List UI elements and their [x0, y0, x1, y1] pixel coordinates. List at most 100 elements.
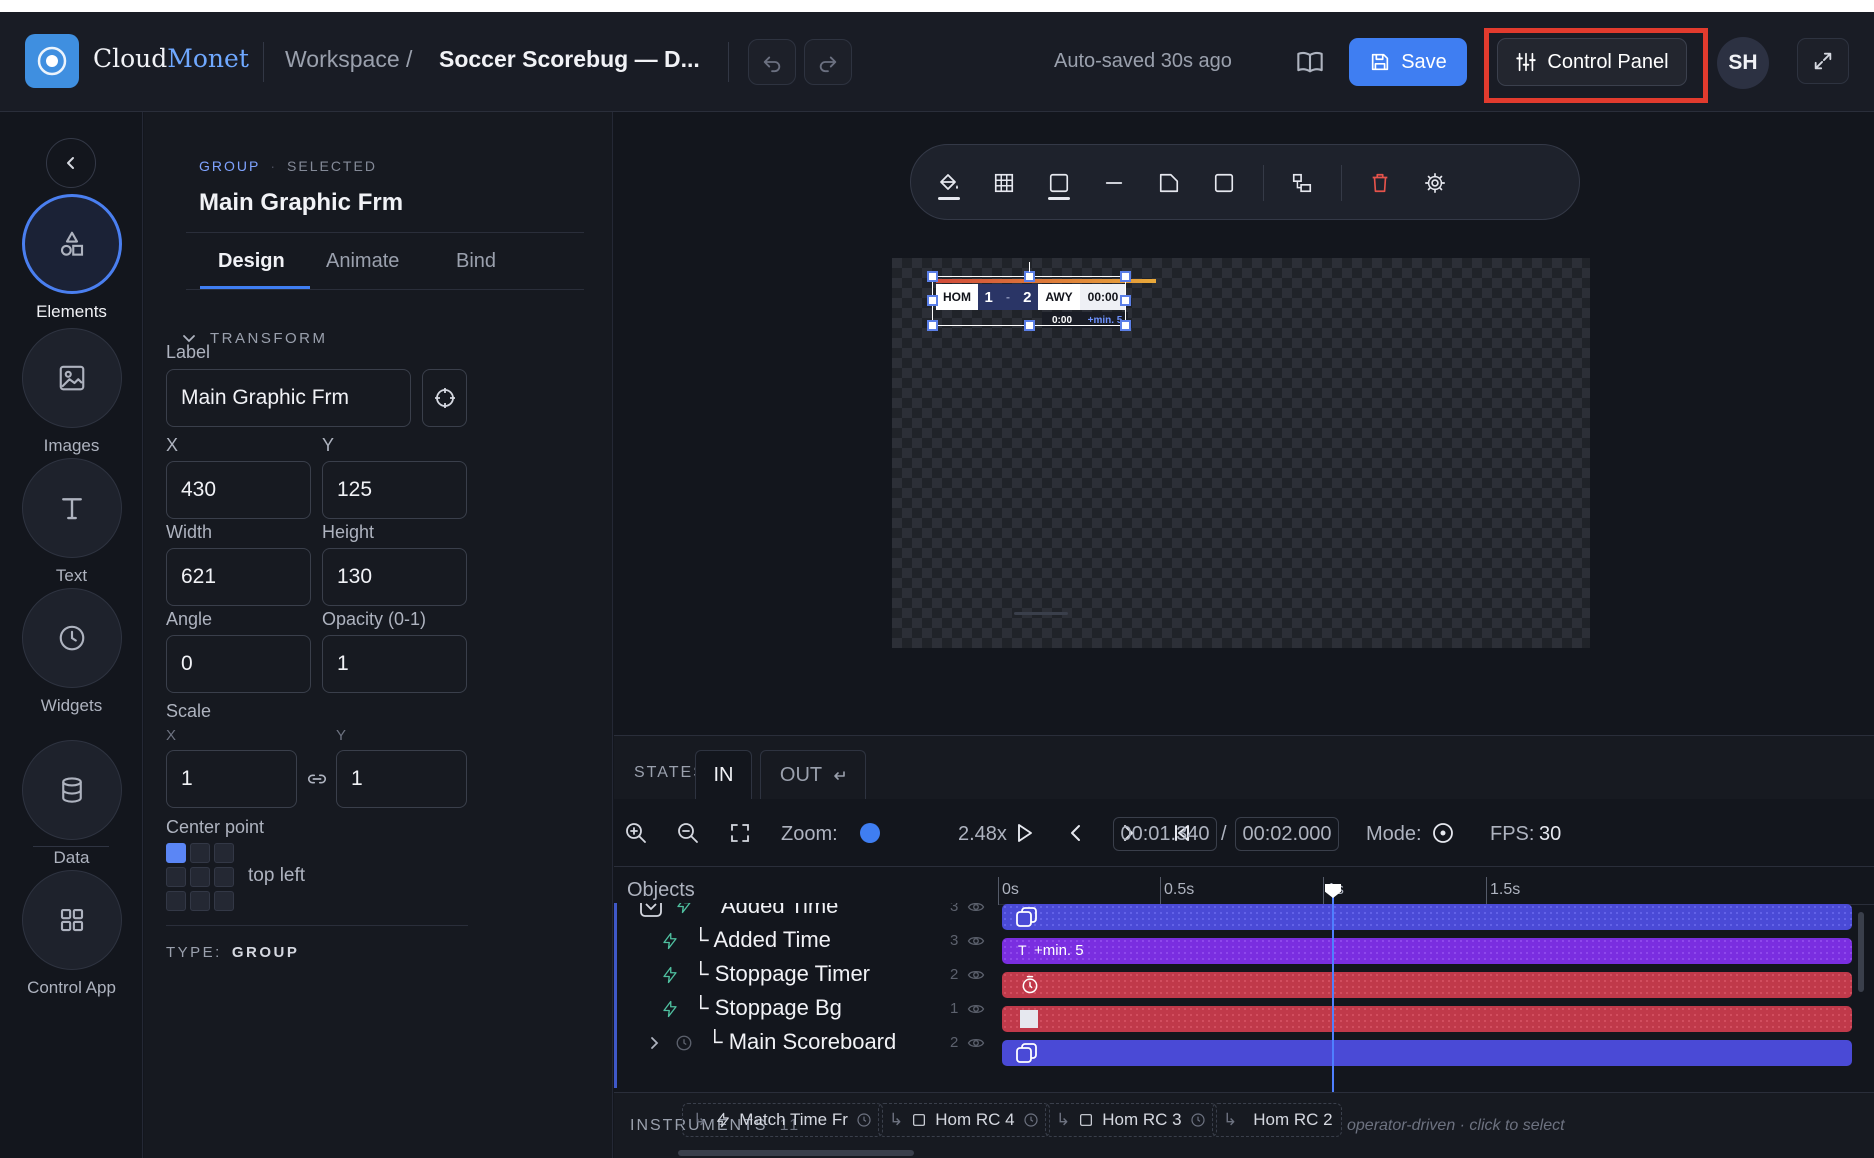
- rail-item-data[interactable]: Data: [0, 740, 143, 868]
- scale-x-input[interactable]: 1: [166, 750, 297, 808]
- settings-button[interactable]: [1415, 163, 1455, 203]
- track-bar[interactable]: [1002, 1040, 1852, 1066]
- document-title[interactable]: Soccer Scorebug — D...: [439, 46, 700, 73]
- resize-handle[interactable]: [927, 295, 938, 306]
- resize-handle[interactable]: [1120, 320, 1131, 331]
- width-input[interactable]: 621: [166, 548, 311, 606]
- scorebug-graphic[interactable]: HOM 1 - 2 AWY 00:00 0:00 +min. 5: [927, 262, 1164, 332]
- fps-value[interactable]: 30: [1539, 823, 1561, 846]
- label-input[interactable]: Main Graphic Frm: [166, 369, 411, 427]
- rail-item-images[interactable]: Images: [0, 328, 143, 456]
- object-row[interactable]: └ Stoppage Timer 2: [617, 958, 987, 992]
- line-tool[interactable]: [1094, 163, 1134, 203]
- docs-button[interactable]: [1296, 48, 1324, 81]
- instrument-name: Match Time Fr: [739, 1110, 848, 1129]
- tab-bind[interactable]: Bind: [456, 250, 496, 273]
- eye-icon[interactable]: [967, 966, 985, 984]
- instrument-chip[interactable]: ↳ Hom RC 4: [878, 1103, 1050, 1137]
- state-in-tab[interactable]: IN: [695, 750, 752, 800]
- resize-handle[interactable]: [1120, 271, 1131, 282]
- instruments-bar: INSTRUMENTS 11 ↳ Match Time Fr ↳ Hom RC 4…: [614, 1092, 1874, 1158]
- fullscreen-button[interactable]: [1797, 38, 1849, 84]
- rail-item-elements[interactable]: Elements: [0, 194, 143, 322]
- eye-icon[interactable]: [967, 932, 985, 950]
- app-logo[interactable]: [25, 34, 79, 88]
- rect-tool[interactable]: [1204, 163, 1244, 203]
- object-row[interactable]: └ Added Time 3: [617, 924, 987, 958]
- x-input[interactable]: 430: [166, 461, 311, 519]
- breadcrumb[interactable]: Workspace /: [285, 46, 412, 73]
- time-ruler[interactable]: 0s 0.5s 1s 1.5s: [998, 877, 1874, 905]
- center-point-bottom[interactable]: [190, 891, 210, 911]
- resize-handle[interactable]: [1024, 271, 1035, 282]
- center-point-top-left[interactable]: [166, 843, 186, 863]
- y-input[interactable]: 125: [322, 461, 467, 519]
- scale-y-input[interactable]: 1: [336, 750, 467, 808]
- delete-button[interactable]: [1360, 163, 1400, 203]
- transform-section-toggle[interactable]: TRANSFORM: [183, 330, 328, 347]
- tab-design[interactable]: Design: [218, 250, 285, 273]
- zoom-in-button[interactable]: [624, 821, 648, 850]
- avatar[interactable]: SH: [1717, 37, 1769, 89]
- resize-handle[interactable]: [1024, 320, 1035, 331]
- align-tool[interactable]: [1282, 163, 1322, 203]
- eye-icon[interactable]: [967, 1034, 985, 1052]
- center-point-top[interactable]: [190, 843, 210, 863]
- save-button[interactable]: Save: [1349, 38, 1467, 86]
- angle-input[interactable]: 0: [166, 635, 311, 693]
- rail-item-widgets[interactable]: Widgets: [0, 588, 143, 716]
- eye-icon[interactable]: [967, 1000, 985, 1018]
- artboard[interactable]: HOM 1 - 2 AWY 00:00 0:00 +min. 5: [892, 258, 1590, 648]
- track-bar[interactable]: T +min. 5: [1002, 938, 1852, 964]
- prev-frame-button[interactable]: [1064, 821, 1088, 850]
- rail-item-control-app[interactable]: Control App: [0, 870, 143, 998]
- track-bar[interactable]: [1002, 1006, 1852, 1032]
- state-out-tab[interactable]: OUT: [760, 750, 866, 800]
- mode-toggle[interactable]: [1431, 821, 1455, 850]
- table-tool[interactable]: [984, 163, 1024, 203]
- track-bar[interactable]: [1002, 972, 1852, 998]
- eye-icon[interactable]: [967, 903, 985, 916]
- instrument-chip[interactable]: ↳ Hom RC 3: [1045, 1103, 1217, 1137]
- horizontal-scrollbar[interactable]: [678, 1150, 914, 1156]
- track-bar[interactable]: [1002, 904, 1852, 930]
- opacity-input[interactable]: 1: [322, 635, 467, 693]
- center-point-right[interactable]: [214, 867, 234, 887]
- elements-icon-wrap: [21, 194, 122, 294]
- play-button[interactable]: [1012, 821, 1036, 850]
- collapse-button[interactable]: [46, 138, 96, 188]
- center-point-bottom-right[interactable]: [214, 891, 234, 911]
- height-input[interactable]: 130: [322, 548, 467, 606]
- object-row[interactable]: └ Main Scoreboard 2: [617, 1026, 987, 1060]
- tab-animate[interactable]: Animate: [326, 250, 399, 273]
- instrument-chip[interactable]: ↳ Hom RC 2: [1212, 1103, 1342, 1137]
- resize-grip[interactable]: [1014, 612, 1068, 615]
- rail-item-text[interactable]: Text: [0, 458, 143, 586]
- link-scale-button[interactable]: [306, 768, 328, 795]
- instrument-chip[interactable]: ↳ Match Time Fr: [682, 1103, 883, 1137]
- vertical-scrollbar[interactable]: [1858, 912, 1864, 992]
- corner-tool[interactable]: [1149, 163, 1189, 203]
- target-button[interactable]: [422, 369, 467, 427]
- chevron-right-icon[interactable]: [647, 1036, 661, 1050]
- undo-button[interactable]: [748, 39, 796, 85]
- crosshair-icon: [434, 388, 455, 408]
- resize-handle[interactable]: [927, 320, 938, 331]
- current-time[interactable]: 00:01.340: [1113, 817, 1217, 851]
- fit-button[interactable]: [728, 821, 752, 850]
- zoom-slider-knob[interactable]: [860, 823, 880, 843]
- center-point-bottom-left[interactable]: [166, 891, 186, 911]
- redo-button[interactable]: [804, 39, 852, 85]
- timeline-toolbar: Zoom: 2.48x 00:01.340 / 00:02.000 Mode:: [614, 799, 1874, 867]
- zoom-out-button[interactable]: [676, 821, 700, 850]
- resize-handle[interactable]: [927, 271, 938, 282]
- resize-handle[interactable]: [1120, 295, 1131, 306]
- total-time[interactable]: 00:02.000: [1235, 817, 1339, 851]
- center-point-top-right[interactable]: [214, 843, 234, 863]
- object-row[interactable]: └ Stoppage Bg 1: [617, 992, 987, 1026]
- rotate-handle[interactable]: [1029, 262, 1030, 272]
- center-point-left[interactable]: [166, 867, 186, 887]
- center-point-center[interactable]: [190, 867, 210, 887]
- object-row[interactable]: Added Time 3: [617, 903, 987, 924]
- bolt-icon: [663, 966, 677, 984]
